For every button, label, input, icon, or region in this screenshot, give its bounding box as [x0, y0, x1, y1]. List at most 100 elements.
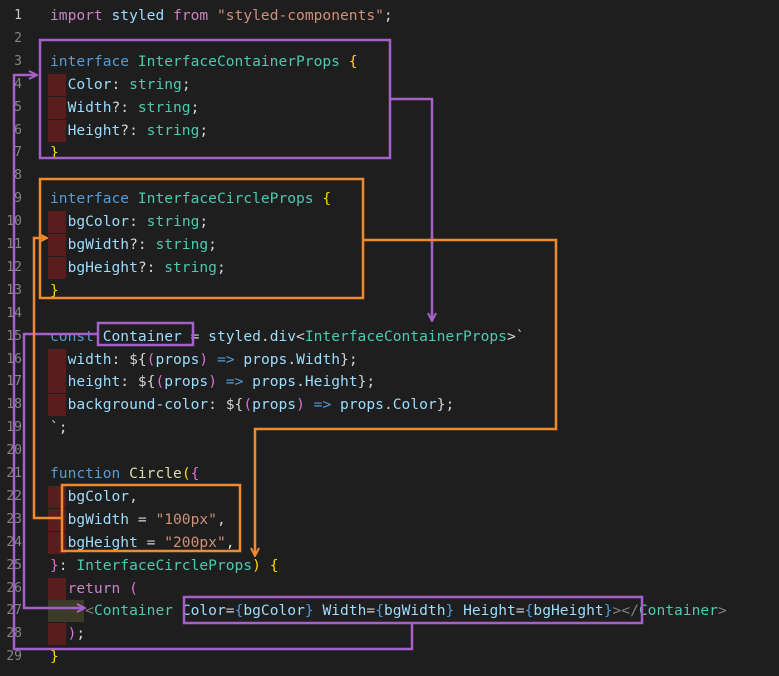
code-token: } [50, 648, 59, 666]
line-number: 13 [6, 282, 22, 298]
code-token: : [208, 396, 226, 414]
code-token: . [383, 396, 393, 414]
code-token: return [67, 579, 121, 597]
line-number: 2 [14, 30, 22, 46]
code-token: const [50, 327, 94, 345]
code-token: . [260, 327, 270, 345]
code-line[interactable]: height: ${(props) => props.Height}; [50, 371, 376, 393]
line-number: 29 [6, 649, 22, 665]
code-token: ( [155, 373, 165, 391]
line-number: 7 [14, 145, 22, 161]
code-token: { [269, 556, 279, 574]
code-line[interactable]: }: InterfaceCircleProps) { [50, 555, 279, 577]
code-token: > [717, 602, 727, 620]
code-line[interactable]: bgHeight?: string; [50, 257, 226, 279]
code-token: ?: [129, 236, 156, 253]
line-number: 9 [14, 191, 22, 207]
code-token: } [603, 602, 613, 620]
line-number: 15 [6, 328, 22, 344]
code-line[interactable]: ); [50, 623, 86, 645]
code-token: Container [102, 327, 182, 345]
code-line[interactable]: interface InterfaceCircleProps { [50, 188, 331, 210]
code-token: styled [208, 327, 261, 345]
code-token: InterfaceContainerProps [304, 327, 507, 345]
code-token: = [366, 602, 376, 620]
code-token: Color [392, 396, 437, 414]
code-token: ) [199, 350, 209, 368]
code-token: Container [638, 602, 718, 620]
code-line[interactable]: const Container = styled.div<InterfaceCo… [50, 326, 525, 348]
code-editor[interactable]: 1 2 3 4 5 6 7 8 9 10 11 12 13 14 15 16 17 18 19 20 21 22 23 24 2… [0, 0, 779, 676]
code-token: ( [243, 396, 253, 414]
code-token: props [340, 396, 384, 414]
code-token: { [375, 602, 384, 620]
line-number: 21 [6, 466, 22, 481]
code-token: }; [436, 396, 455, 414]
code-line[interactable]: Width?: string; [50, 97, 200, 119]
code-line[interactable]: <Container Color={bgColor} Width={bgWidt… [50, 600, 727, 622]
code-token: "100px" [155, 510, 217, 528]
code-token: , [129, 487, 138, 505]
code-token: >` [506, 327, 525, 345]
code-token: ; [190, 98, 200, 116]
code-line[interactable]: return ( [50, 578, 138, 600]
code-token: ) [252, 556, 261, 574]
code-line[interactable]: import styled from "styled-components"; [50, 5, 393, 27]
code-line[interactable]: bgWidth = "100px", [50, 509, 226, 531]
code-line[interactable]: Color: string; [50, 74, 191, 96]
code-token: : [120, 373, 138, 391]
code-line[interactable]: bgWidth?: string; [50, 234, 217, 256]
line-number: 27 [6, 603, 22, 619]
code-line[interactable]: interface InterfaceContainerProps { [50, 51, 358, 73]
code-token: : [129, 213, 147, 231]
code-token: InterfaceContainerProps [137, 52, 340, 70]
code-line[interactable]: background-color: ${(props) => props.Col… [50, 394, 455, 416]
code-token: bgHeight [533, 602, 604, 620]
code-line[interactable]: bgHeight = "200px", [50, 532, 235, 554]
code-token: ${ [137, 373, 156, 391]
code-token: props [252, 396, 297, 414]
code-token: bgWidth [384, 602, 446, 620]
code-token: = [225, 602, 235, 620]
code-token: ?: [111, 98, 138, 116]
code-line[interactable]: width: ${(props) => props.Width}; [50, 349, 358, 371]
line-number-gutter: 1 2 3 4 5 6 7 8 9 10 11 12 13 14 15 16 17 18 19 20 21 22 23 24 2… [0, 0, 38, 676]
code-token: `; [50, 419, 68, 437]
code-token: div [269, 327, 297, 345]
code-token: props [164, 373, 209, 391]
code-line[interactable]: bgColor, [50, 486, 138, 508]
code-line[interactable]: } [50, 280, 59, 302]
code-token: bgColor [67, 213, 130, 231]
code-token: } [304, 602, 314, 620]
code-token: = [515, 602, 525, 620]
code-token: ; [199, 213, 209, 231]
code-token: Color [181, 602, 226, 620]
code-token: : [111, 350, 130, 368]
code-token: "200px" [164, 533, 226, 551]
line-number: 5 [14, 99, 22, 115]
code-token: bgWidth [67, 236, 130, 253]
code-line[interactable]: bgColor: string; [50, 211, 209, 233]
code-token: < [296, 327, 305, 345]
code-line[interactable]: Height?: string; [50, 120, 209, 142]
code-token: Circle [129, 465, 182, 482]
code-line[interactable]: function Circle({ [50, 463, 199, 485]
code-line[interactable]: } [50, 142, 59, 164]
code-token: ; [199, 121, 209, 139]
code-line[interactable]: `; [50, 417, 68, 439]
code-token: } [50, 281, 59, 299]
code-line[interactable]: } [50, 646, 59, 668]
